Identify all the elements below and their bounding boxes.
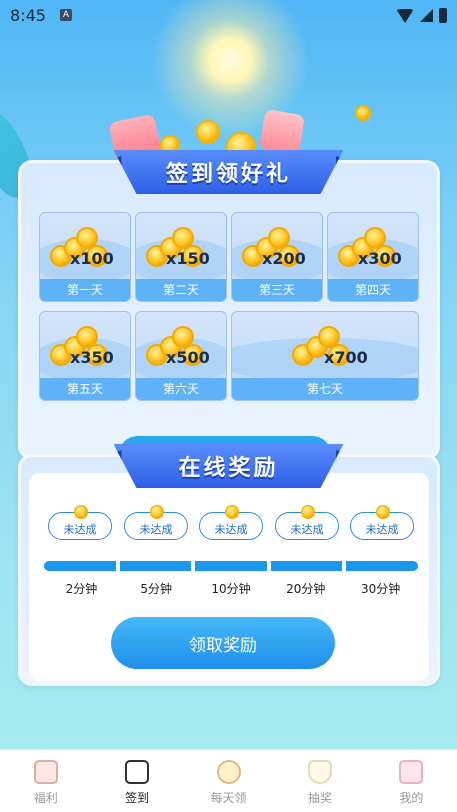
- bottom-nav: 福利 签到 每天领 抽奖 我的: [0, 749, 457, 812]
- reward-status: 未达成: [63, 523, 97, 536]
- day-cell-4[interactable]: x300 第四天: [327, 212, 419, 302]
- reward-status: 未达成: [139, 523, 173, 536]
- day-amount: x300: [358, 249, 402, 268]
- star-icon: [33, 760, 58, 784]
- time-label: 10分钟: [211, 582, 251, 596]
- nav-item-welfare[interactable]: 福利: [0, 750, 91, 812]
- day-label: 第六天: [136, 378, 226, 400]
- time-label: 30分钟: [360, 582, 401, 596]
- online-title: 在线奖励: [178, 456, 279, 481]
- day-cell-7[interactable]: x700 第七天: [231, 311, 419, 401]
- claim-reward-button[interactable]: 领取奖励: [111, 617, 335, 669]
- day-cell-6[interactable]: x500 第六天: [135, 311, 227, 401]
- notification-badge: A: [60, 9, 72, 21]
- progress-segment: [270, 561, 343, 571]
- day-amount: x350: [70, 348, 114, 367]
- trophy-icon: [307, 760, 332, 784]
- reward-pill-4[interactable]: 未达成: [275, 505, 339, 540]
- nav-item-lottery[interactable]: 抽奖: [274, 750, 365, 812]
- day-label: 第三天: [232, 279, 322, 301]
- online-title-banner: 在线奖励: [113, 444, 344, 488]
- time-label: 5分钟: [140, 582, 173, 596]
- coin-decoration: [355, 105, 371, 121]
- gift-box-decoration: [258, 108, 306, 156]
- gift-icon: [399, 760, 424, 784]
- day-cell-5[interactable]: x350 第五天: [39, 311, 131, 401]
- day-amount: x150: [166, 249, 210, 268]
- reward-pill-3[interactable]: 未达成: [199, 505, 263, 540]
- progress-segment: [346, 561, 418, 571]
- coin-icon: [150, 505, 164, 519]
- online-progress-bar: [44, 561, 418, 571]
- time-label: 2分钟: [65, 582, 98, 596]
- coin-icon: [74, 505, 88, 519]
- day-cell-2[interactable]: x150 第二天: [135, 212, 227, 302]
- progress-segment: [195, 561, 267, 571]
- day-label: 第一天: [40, 279, 130, 301]
- coin-icon: [376, 505, 390, 519]
- nav-label: 我的: [399, 791, 424, 805]
- progress-time-labels: 2分钟 5分钟 10分钟 20分钟 30分钟: [44, 580, 418, 597]
- day-amount: x700: [324, 348, 368, 367]
- day-cell-1[interactable]: x100 第一天: [39, 212, 131, 302]
- nav-label: 每天领: [210, 791, 247, 805]
- nav-label: 福利: [33, 791, 58, 805]
- coin-decoration: [196, 120, 220, 144]
- cellular-signal-icon: [420, 9, 433, 22]
- reward-pill-2[interactable]: 未达成: [124, 505, 188, 540]
- day-amount: x200: [262, 249, 306, 268]
- checkin-title: 签到领好礼: [165, 162, 291, 187]
- checkin-title-banner: 签到领好礼: [113, 150, 344, 194]
- coin-icon: [225, 505, 239, 519]
- status-icons: [396, 8, 447, 23]
- nav-item-checkin[interactable]: 签到: [91, 750, 182, 812]
- reward-pill-5[interactable]: 未达成: [350, 505, 414, 540]
- day-label: 第五天: [40, 378, 130, 400]
- reward-status: 未达成: [214, 523, 248, 536]
- battery-icon: [439, 8, 447, 23]
- reward-pill-1[interactable]: 未达成: [48, 505, 112, 540]
- day-cell-3[interactable]: x200 第三天: [231, 212, 323, 302]
- time-label: 20分钟: [286, 582, 326, 596]
- day-label: 第七天: [232, 378, 418, 400]
- wifi-icon: [396, 8, 414, 23]
- coin-icon: [301, 505, 315, 519]
- reward-status-row: 未达成 未达成 未达成 未达成 未达成: [29, 505, 419, 542]
- status-time: 8:45: [10, 6, 46, 25]
- nav-label: 签到: [125, 791, 150, 805]
- nav-item-daily[interactable]: 每天领: [183, 750, 274, 812]
- checkin-card: [18, 160, 440, 460]
- calendar-icon: [125, 760, 150, 784]
- day-label: 第四天: [328, 279, 418, 301]
- reward-status: 未达成: [290, 523, 324, 536]
- reward-status: 未达成: [365, 523, 399, 536]
- day-amount: x500: [166, 348, 210, 367]
- day-label: 第二天: [136, 279, 226, 301]
- progress-segment: [44, 561, 116, 571]
- nav-item-mine[interactable]: 我的: [366, 750, 457, 812]
- nav-label: 抽奖: [307, 791, 332, 805]
- day-amount: x100: [70, 249, 114, 268]
- progress-segment: [119, 561, 192, 571]
- coin-icon: [216, 760, 241, 784]
